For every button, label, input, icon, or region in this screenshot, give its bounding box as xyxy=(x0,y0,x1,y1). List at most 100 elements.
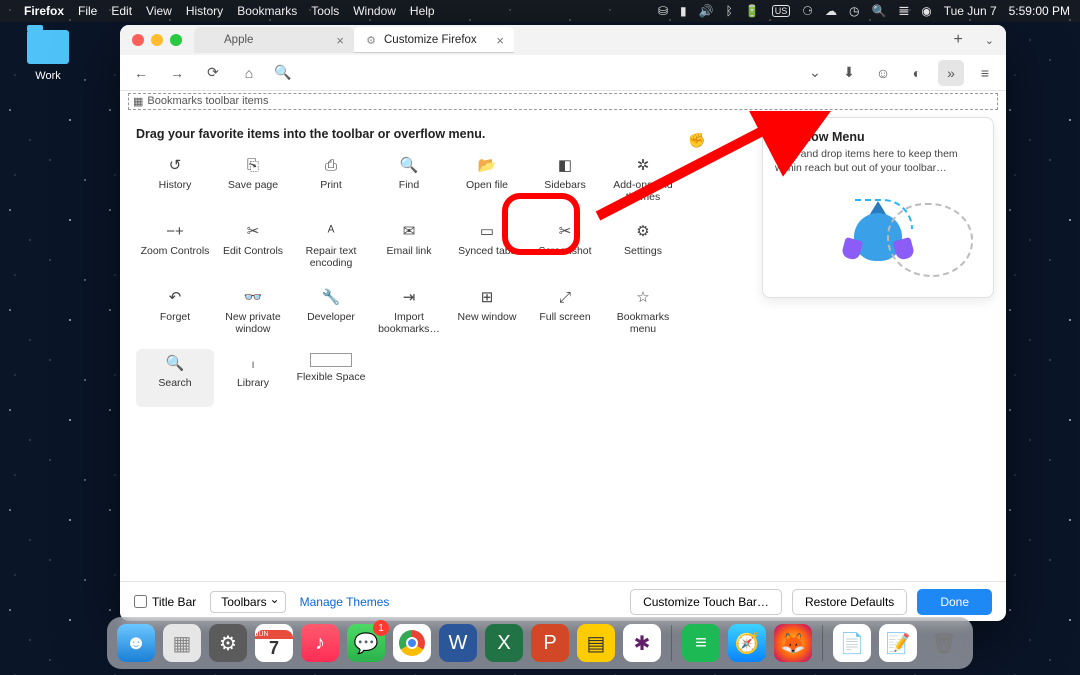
dock-settings[interactable]: ⚙ xyxy=(209,624,247,662)
tab-apple[interactable]: Apple × xyxy=(194,27,354,53)
dock-chrome[interactable] xyxy=(393,624,431,662)
restore-defaults-button[interactable]: Restore Defaults xyxy=(792,589,907,615)
control-center-icon[interactable]: 𝌆 xyxy=(898,4,909,18)
battery-icon[interactable]: 🔋 xyxy=(745,4,760,18)
item-find[interactable]: 🔍Find xyxy=(370,151,448,209)
menu-file[interactable]: File xyxy=(78,4,97,18)
nav-toolbar: ← → ⟳ ⌂ 🔍 ⌄ ⬇ ☺ ◐ » ≡ xyxy=(120,55,1006,91)
window-minimize[interactable] xyxy=(151,34,163,46)
dock-powerpoint[interactable]: P xyxy=(531,624,569,662)
customize-favicon-icon: ⚙ xyxy=(364,33,378,47)
dock-slack[interactable]: ✱ xyxy=(623,624,661,662)
item-addons[interactable]: ✲Add-ons and themes xyxy=(604,151,682,217)
item-repair-encoding[interactable]: ᴬRepair text encoding xyxy=(292,217,370,283)
wifi-icon[interactable]: ⚆ xyxy=(802,4,813,18)
overflow-menu-panel[interactable]: Overflow Menu Drag and drop items here t… xyxy=(762,117,994,298)
title-bar-checkbox[interactable]: Title Bar xyxy=(134,595,196,609)
item-edit-controls[interactable]: ✂Edit Controls xyxy=(214,217,292,275)
menu-history[interactable]: History xyxy=(186,4,223,18)
window-maximize[interactable] xyxy=(170,34,182,46)
clock-icon[interactable]: ◷ xyxy=(849,4,859,18)
app-name[interactable]: Firefox xyxy=(24,4,64,18)
tab-close-icon[interactable]: × xyxy=(336,33,344,48)
item-search[interactable]: 🔍Search xyxy=(136,349,214,407)
dock-textedit[interactable]: 📄 xyxy=(833,624,871,662)
spotlight-icon[interactable]: 🔍 xyxy=(872,4,887,18)
encoding-icon: ᴬ xyxy=(321,221,341,241)
item-email-link[interactable]: ✉Email link xyxy=(370,217,448,275)
home-button[interactable]: ⌂ xyxy=(236,60,262,86)
dock-finder[interactable]: ☻ xyxy=(117,624,155,662)
bluetooth-icon[interactable]: ᛒ xyxy=(726,4,733,18)
item-screenshot[interactable]: ✂Screenshot xyxy=(526,217,604,275)
account-button[interactable]: ☺ xyxy=(870,60,896,86)
title-bar-checkbox-input[interactable] xyxy=(134,595,147,608)
dock-messages[interactable]: 💬1 xyxy=(347,624,385,662)
dock-music[interactable]: ♪ xyxy=(301,624,339,662)
all-tabs-button[interactable]: ⌄ xyxy=(973,34,1006,47)
reload-button[interactable]: ⟳ xyxy=(200,60,226,86)
dock-preview[interactable]: 📝 xyxy=(879,624,917,662)
sync-icon[interactable]: ☁ xyxy=(825,4,837,18)
appmenu-button[interactable]: ≡ xyxy=(972,60,998,86)
find-icon: 🔍 xyxy=(399,155,419,175)
back-button[interactable]: ← xyxy=(128,60,154,86)
bookmarks-toolbar[interactable]: ▦ Bookmarks toolbar items xyxy=(120,91,1006,111)
item-forget[interactable]: ↶Forget xyxy=(136,283,214,341)
urlbar-search-icon[interactable]: 🔍 xyxy=(272,60,294,86)
toolbars-dropdown[interactable]: Toolbars xyxy=(210,591,285,613)
menu-help[interactable]: Help xyxy=(410,4,435,18)
pocket-button[interactable]: ⌄ xyxy=(802,60,828,86)
item-print[interactable]: ⎙Print xyxy=(292,151,370,209)
dock-launchpad[interactable]: ▦ xyxy=(163,624,201,662)
item-library[interactable]: ₗLibrary xyxy=(214,349,292,407)
dock-spotify[interactable]: ≡ xyxy=(682,624,720,662)
item-sidebars[interactable]: ◧Sidebars xyxy=(526,151,604,209)
siri-icon[interactable]: ◉ xyxy=(921,4,931,18)
dock-trash[interactable]: 🗑 xyxy=(925,624,963,662)
menu-edit[interactable]: Edit xyxy=(111,4,132,18)
menu-view[interactable]: View xyxy=(146,4,172,18)
menu-tools[interactable]: Tools xyxy=(311,4,339,18)
desktop-folder-work[interactable]: Work xyxy=(18,30,78,82)
forward-button[interactable]: → xyxy=(164,60,190,86)
item-new-window[interactable]: ⊞New window xyxy=(448,283,526,341)
item-settings[interactable]: ⚙Settings xyxy=(604,217,682,275)
menu-window[interactable]: Window xyxy=(353,4,396,18)
item-flexible-space[interactable]: Flexible Space xyxy=(292,349,370,407)
menubar-time[interactable]: 5:59:00 PM xyxy=(1009,4,1070,18)
dock-excel[interactable]: X xyxy=(485,624,523,662)
item-save-page[interactable]: ⎘Save page xyxy=(214,151,292,209)
dock-calendar[interactable]: JUN7 xyxy=(255,624,293,662)
volume-icon[interactable]: 🔊 xyxy=(699,4,714,18)
item-zoom[interactable]: −+Zoom Controls xyxy=(136,217,214,283)
menu-bookmarks[interactable]: Bookmarks xyxy=(237,4,297,18)
overflow-button[interactable]: » xyxy=(938,60,964,86)
item-full-screen[interactable]: ⤢Full screen xyxy=(526,283,604,341)
customize-touchbar-button[interactable]: Customize Touch Bar… xyxy=(630,589,782,615)
dock-word[interactable]: W xyxy=(439,624,477,662)
item-developer[interactable]: 🔧Developer xyxy=(292,283,370,341)
status-icon[interactable]: ▮ xyxy=(680,4,687,18)
dock-safari[interactable]: 🧭 xyxy=(728,624,766,662)
tab-close-icon[interactable]: × xyxy=(496,33,504,48)
item-history[interactable]: ↺History xyxy=(136,151,214,209)
tab-customize[interactable]: ⚙ Customize Firefox × xyxy=(354,27,514,53)
done-button[interactable]: Done xyxy=(917,589,992,615)
extensions-button[interactable]: ◐ xyxy=(904,60,930,86)
item-import-bookmarks[interactable]: ⇥Import bookmarks… xyxy=(370,283,448,349)
window-close[interactable] xyxy=(132,34,144,46)
downloads-button[interactable]: ⬇ xyxy=(836,60,862,86)
item-private-window[interactable]: 👓New private window xyxy=(214,283,292,349)
dropbox-icon[interactable]: ⛁ xyxy=(658,4,668,18)
item-open-file[interactable]: 📂Open file xyxy=(448,151,526,209)
menubar-date[interactable]: Tue Jun 7 xyxy=(944,4,997,18)
dock-firefox[interactable]: 🦊 xyxy=(774,624,812,662)
dock-notes[interactable]: ▤ xyxy=(577,624,615,662)
new-tab-button[interactable]: + xyxy=(943,31,972,49)
input-source[interactable]: US xyxy=(772,5,791,17)
item-synced-tabs[interactable]: ▭Synced tabs xyxy=(448,217,526,275)
manage-themes-link[interactable]: Manage Themes xyxy=(300,595,390,609)
item-bookmarks-menu[interactable]: ☆Bookmarks menu xyxy=(604,283,682,349)
macos-menubar: Firefox File Edit View History Bookmarks… xyxy=(0,0,1080,22)
